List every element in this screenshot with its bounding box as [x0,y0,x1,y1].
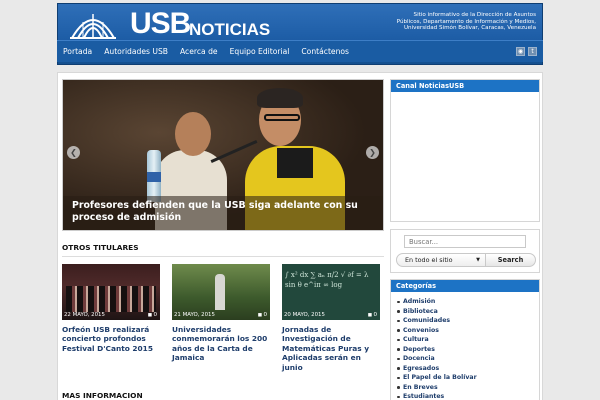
site-tagline: Sitio informativo de la Dirección de Asu… [396,12,536,32]
search-input[interactable] [404,235,526,248]
nav-item-portada[interactable]: Portada [57,41,98,63]
slide-glasses [264,114,300,121]
comment-count: 0 [148,312,157,318]
canal-widget: Canal NoticiasUSB [390,79,540,222]
logo-usb-text[interactable]: USB [130,6,191,42]
slide-title[interactable]: Profesores defienden que la USB siga ade… [72,200,372,224]
news-date: 21 MAYO, 2015 [174,312,215,318]
nav-item-equipo-editorial[interactable]: Equipo Editorial [224,41,296,63]
category-item[interactable]: Admisión [397,297,539,307]
news-thumbnail[interactable]: 21 MAYO, 2015 0 [172,264,270,320]
slide-person-right-collar [277,148,313,178]
news-thumbnail[interactable]: 22 MAYO, 2015 0 [62,264,160,320]
chevron-right-icon[interactable]: ❯ [366,146,379,159]
otros-titulares-heading: OTROS TITULARES [62,243,139,252]
canal-title: Canal NoticiasUSB [391,80,539,92]
main-nav: Portada Autoridades USB Acerca de Equipo… [57,40,543,62]
category-item[interactable]: El Papel de la Bolívar [397,373,539,383]
search-scope-label: En todo el sitio [405,256,453,264]
slide-bottle-label [147,172,161,182]
chevron-left-icon[interactable]: ❮ [67,146,80,159]
categories-widget: Categorías Admisión Biblioteca Comunidad… [390,279,540,400]
categories-list: Admisión Biblioteca Comunidades Convenio… [391,292,539,400]
news-card[interactable]: 22 MAYO, 2015 0 Orfeón USB realizará con… [62,264,160,353]
nav-item-contactenos[interactable]: Contáctenos [295,41,355,63]
social-icons: ◉ t [516,47,543,56]
news-date: 20 MAYO, 2015 [284,312,325,318]
slide-person-right-hair [257,88,303,108]
category-item[interactable]: Docencia [397,354,539,364]
category-item[interactable]: Convenios [397,326,539,336]
news-date: 22 MAYO, 2015 [64,312,105,318]
news-card[interactable]: 20 MAYO, 2015 0 Jornadas de Investigació… [282,264,380,372]
news-title[interactable]: Universidades conmemorarán los 200 años … [172,325,270,363]
category-item[interactable]: Cultura [397,335,539,345]
category-item[interactable]: Biblioteca [397,307,539,317]
section-divider [62,256,384,257]
category-item[interactable]: Comunidades [397,316,539,326]
news-title[interactable]: Jornadas de Investigación de Matemáticas… [282,325,380,372]
mas-informacion-heading: MAS INFORMACION [62,391,143,400]
category-item[interactable]: Estudiantes [397,392,539,400]
comment-count: 0 [258,312,267,318]
usb-emblem-icon[interactable] [68,8,118,41]
categories-title: Categorías [391,280,539,292]
logo-noticias-text[interactable]: NOTICIAS [189,20,270,40]
slide-person-left-head [175,112,211,156]
category-item[interactable]: Egresados [397,364,539,374]
search-button[interactable]: Search [485,253,536,267]
comment-count: 0 [368,312,377,318]
search-scope-select[interactable]: En todo el sitio ▼ [396,253,486,267]
category-item[interactable]: Deportes [397,345,539,355]
news-title[interactable]: Orfeón USB realizará concierto profondos… [62,325,160,353]
twitter-icon[interactable]: t [528,47,537,56]
search-widget: En todo el sitio ▼ Search [390,229,540,273]
chevron-down-icon: ▼ [476,257,480,263]
news-thumbnail[interactable]: 20 MAYO, 2015 0 [282,264,380,320]
nav-item-acerca[interactable]: Acerca de [174,41,224,63]
category-item[interactable]: En Breves [397,383,539,393]
rss-icon[interactable]: ◉ [516,47,525,56]
nav-item-autoridades[interactable]: Autoridades USB [98,41,174,63]
news-card[interactable]: 21 MAYO, 2015 0 Universidades conmemorar… [172,264,270,363]
main-content: Profesores defienden que la USB siga ade… [57,72,543,400]
featured-slider[interactable]: Profesores defienden que la USB siga ade… [62,79,384,231]
